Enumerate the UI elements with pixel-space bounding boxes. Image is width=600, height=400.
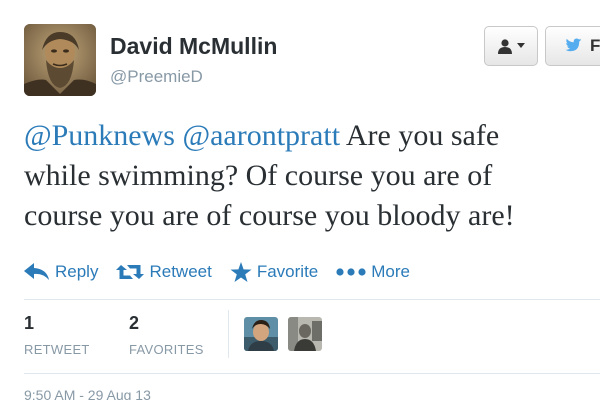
favoriter-avatar[interactable] [288,317,322,351]
tweet-text: @Punknews @aarontpratt Are you safe whil… [24,116,600,236]
retweet-count: 1 [24,313,35,333]
display-name[interactable]: David McMullin [110,33,277,60]
favoriter-photo [244,317,278,351]
tweet-text-line: Are you safe [340,119,500,152]
follow-button[interactable]: F [545,26,600,66]
tweet-page: David McMullin @PreemieD F @Punknews @aa… [0,0,600,400]
more-dots-icon [336,268,366,276]
more-label: More [371,262,410,281]
favoriter-avatar[interactable] [244,317,278,351]
favoriter-photo [288,317,322,351]
reply-button[interactable]: Reply [24,262,98,282]
tweet-timestamp[interactable]: 9:50 AM - 29 Aug 13 [24,387,151,400]
caret-down-icon [517,43,525,48]
tweet-text-line: while swimming? Of course you are of [24,159,493,192]
screen-name[interactable]: @PreemieD [110,67,203,87]
retweet-icon [116,265,145,279]
retweet-stat[interactable]: 1 RETWEET [24,312,90,357]
follow-button-label: F [590,36,600,55]
star-icon [230,261,252,282]
user-actions-dropdown-button[interactable] [484,26,538,66]
favorites-stat[interactable]: 2 FAVORITES [129,312,204,357]
tweet-actions: Reply Retweet Favorite More [24,258,428,286]
retweet-label: Retweet [149,262,212,281]
favorite-button[interactable]: Favorite [230,261,319,283]
reply-icon [24,263,49,280]
profile-avatar[interactable] [24,24,96,96]
divider [24,299,600,300]
retweet-button[interactable]: Retweet [116,262,212,282]
stats-separator [228,310,229,358]
favorite-label: Favorite [256,262,319,281]
reply-label: Reply [55,262,99,281]
retweet-stat-label: RETWEET [24,342,90,357]
tweet-text-line: course you are of course you bloody are! [24,199,515,232]
twitter-bird-icon [565,38,582,52]
mention-link[interactable]: @aarontpratt [182,119,340,152]
favorites-count: 2 [129,313,140,333]
favorites-stat-label: FAVORITES [129,342,204,357]
avatar-portrait-image [24,24,96,96]
divider [24,373,600,374]
user-icon [498,39,512,54]
mention-link[interactable]: @Punknews [24,119,175,152]
more-button[interactable]: More [336,262,410,282]
